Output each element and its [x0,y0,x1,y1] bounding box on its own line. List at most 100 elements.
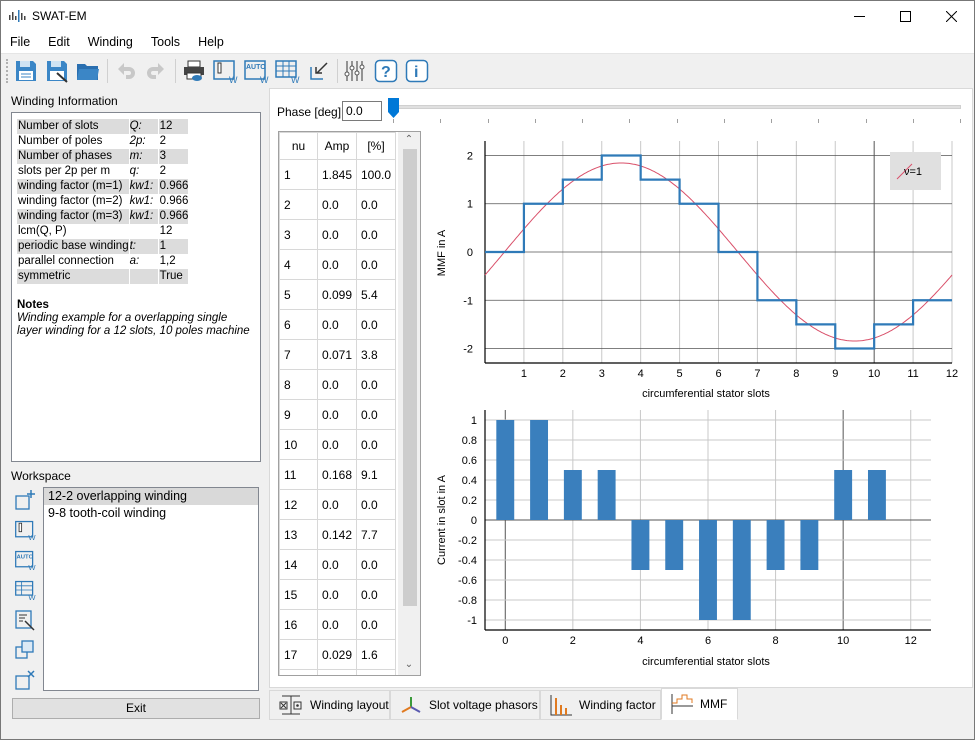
property-name: winding factor (m=1) [17,179,129,194]
rename-button[interactable] [13,608,37,632]
x-tick-label: 1 [521,368,527,380]
undo-button[interactable] [113,58,139,84]
column-header[interactable]: nu [279,132,318,160]
table-cell: 5 [279,279,318,310]
table-cell: 3 [279,219,318,250]
table-row[interactable]: 1 1.845 100.0 [279,159,396,190]
minimize-button[interactable] [836,1,882,32]
table-row[interactable]: 8 0.0 0.0 [279,369,396,400]
edit-winding-icon: W [213,60,238,84]
tab-mmf[interactable]: MMF [661,688,738,720]
tab-winding-layout[interactable]: Winding layout [269,690,390,720]
menu-edit[interactable]: Edit [39,32,79,53]
table-row[interactable]: 15 0.0 0.0 [279,579,396,610]
workspace-item[interactable]: 9-8 tooth-coil winding [44,505,258,522]
table-row[interactable]: 7 0.071 3.8 [279,339,396,370]
menu-file[interactable]: File [1,32,39,53]
table-row[interactable]: 17 0.029 1.6 [279,639,396,670]
delete-winding-button[interactable] [13,668,37,692]
auto-winding-icon: AUTO W [15,550,36,571]
table-row[interactable]: 16 0.0 0.0 [279,609,396,640]
menu-help[interactable]: Help [189,32,233,53]
y-tick-label: 1 [467,199,473,211]
slider-tick [818,119,820,123]
add-winding-button[interactable] [13,488,37,512]
property-name: lcm(Q, P) [18,225,67,237]
workspace-item[interactable]: 12-2 overlapping winding [44,488,258,505]
slider-tick [440,119,442,123]
column-header[interactable]: [%] [356,132,396,160]
tab-slot-voltage-phasors[interactable]: Slot voltage phasors [390,690,540,720]
x-axis-label: circumferential stator slots [642,388,770,400]
winding-information-panel: Number of slots Q: 12 Number of poles 2p: 2 Nu… [11,112,261,462]
x-tick-label: 12 [905,635,917,647]
help-button[interactable]: ? [373,58,399,84]
property-symbol: t: [129,239,158,254]
table-row[interactable]: 180.00.0 [279,669,396,675]
table-cell: 0.099 [317,279,357,310]
print-preview-button[interactable] [181,58,207,84]
table-row[interactable]: 2 0.0 0.0 [279,189,396,220]
table-cell: 16 [279,609,318,640]
table-cell: 0.0 [356,369,396,400]
minimize-icon [853,16,865,17]
x-tick-label: 0 [502,635,508,647]
menu-winding[interactable]: Winding [79,32,142,53]
close-button[interactable] [928,1,974,32]
toolbar-grip[interactable] [6,59,8,83]
maximize-button[interactable] [882,1,928,32]
info-button[interactable]: i [404,58,430,84]
svg-text:?: ? [381,64,391,81]
current-bar [800,520,819,570]
table-cell: 0.0 [356,309,396,340]
phase-slider-handle[interactable] [388,98,399,118]
scrollbar-thumb[interactable] [403,149,417,606]
phase-input[interactable] [342,101,382,121]
slider-tick [582,119,583,123]
current-bar [665,520,684,570]
table-cell: 0.0 [356,579,396,610]
winding-layout-icon [279,695,302,715]
scroll-down-icon[interactable]: ⌄ [398,659,420,675]
save-as-button[interactable] [44,58,70,84]
table-row[interactable]: 6 0.0 0.0 [279,309,396,340]
edit-winding-button[interactable]: W [13,518,37,542]
table-cell: 0.071 [317,339,357,370]
table-row[interactable]: 5 0.099 5.4 [279,279,396,310]
table-cell: 0.0 [356,189,396,220]
redo-button[interactable] [143,58,169,84]
auto-winding-button[interactable]: AUTO W [13,548,37,572]
property-name: Number of phases [17,149,129,164]
table-row[interactable]: 10 0.0 0.0 [279,429,396,460]
table-cell: 17 [279,639,318,670]
property-name: Number of slots [17,119,129,134]
save-button[interactable] [13,58,39,84]
table-row[interactable]: 13 0.142 7.7 [279,519,396,550]
tab-winding-factor[interactable]: Winding factor [540,690,661,720]
table-row[interactable]: 12 0.0 0.0 [279,489,396,520]
property-symbol [129,269,158,284]
duplicate-button[interactable] [13,638,37,662]
settings-button[interactable] [342,58,368,84]
svg-text:W: W [28,533,36,541]
open-button[interactable] [75,58,101,84]
import-button[interactable] [306,58,332,84]
table-row[interactable]: 4 0.0 0.0 [279,249,396,280]
table-row[interactable]: 3 0.0 0.0 [279,219,396,250]
menu-tools[interactable]: Tools [142,32,189,53]
table-row[interactable]: 9 0.0 0.0 [279,399,396,430]
column-header[interactable]: Amp [317,132,357,160]
edit-winding-button[interactable]: W [212,58,238,84]
auto-winding-button[interactable]: AUTO W [243,58,269,84]
scroll-up-icon[interactable]: ⌃ [398,134,420,150]
winding-table-button[interactable]: W [13,578,37,602]
workspace-list[interactable]: 12-2 overlapping winding 9-8 tooth-coil … [43,487,259,691]
table-row[interactable]: 11 0.168 9.1 [279,459,396,490]
winding-info-row: parallel connection a: 1,2 [17,254,188,269]
property-symbol: a: [129,255,140,267]
harmonics-table-scrollbar[interactable]: ⌃ ⌄ [398,132,420,675]
exit-button[interactable]: Exit [12,698,260,719]
phase-slider[interactable] [388,105,961,109]
winding-table-button[interactable]: W [274,58,300,84]
table-row[interactable]: 14 0.0 0.0 [279,549,396,580]
